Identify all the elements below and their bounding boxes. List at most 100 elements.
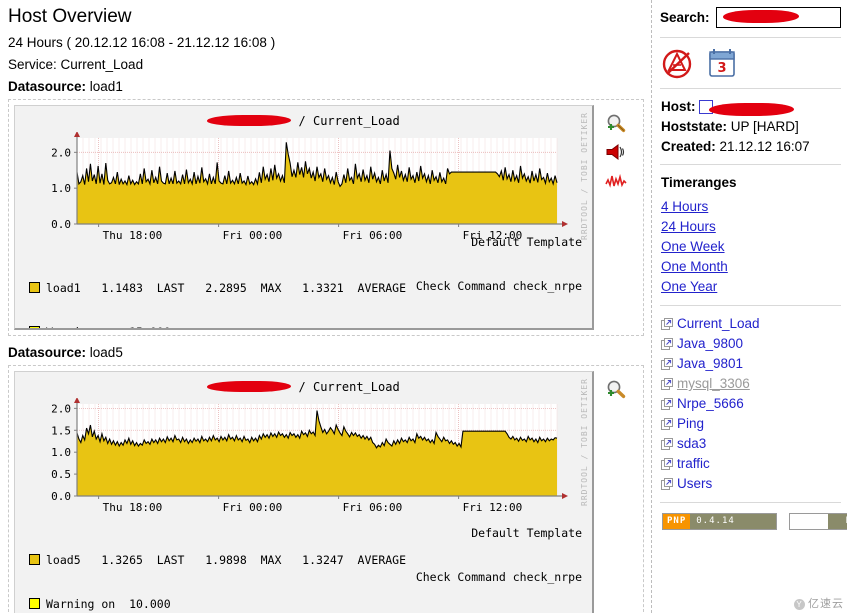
- legend-series-text: load5 1.3265 LAST 1.9898 MAX 1.3247 AVER…: [46, 553, 407, 567]
- svg-text:Fri 06:00: Fri 06:00: [343, 229, 403, 242]
- service-link-label: sda3: [677, 436, 707, 451]
- service-link-mysql_3306[interactable]: mysql_3306: [661, 374, 841, 394]
- timerange-link-one-month[interactable]: One Month: [661, 257, 841, 277]
- rrdtool-badge[interactable]: RRDtool: [789, 513, 847, 530]
- svg-text:2.0: 2.0: [51, 146, 71, 159]
- graph-legend-load1: load1 1.1483 LAST 2.2895 MAX 1.3321 AVER…: [29, 252, 406, 329]
- datasource-name: load1: [89, 79, 123, 94]
- legend-row-series: load5 1.3265 LAST 1.9898 MAX 1.3247 AVER…: [29, 553, 406, 568]
- graph-title-load1: / Current_Load: [15, 114, 592, 128]
- svg-text:2.0: 2.0: [51, 402, 71, 415]
- datasource-heading-load1: Datasource: load1: [8, 78, 650, 95]
- graph-footer-load5: Default Template Check Command check_nrp…: [416, 497, 582, 613]
- export-icons: 3: [662, 46, 841, 80]
- datasource-name: load5: [89, 345, 123, 360]
- external-link-icon: [661, 318, 673, 330]
- calendar-icon[interactable]: 3: [705, 46, 739, 80]
- services-list: Current_Load Java_9800 Java_9801 mysql_3306…: [660, 314, 841, 494]
- main-content: Host Overview 24 Hours ( 20.12.12 16:08 …: [0, 0, 650, 613]
- timeranges-title: Timeranges: [661, 175, 737, 190]
- divider: [660, 37, 841, 38]
- footer-check-command: Check Command check_nrpe: [415, 569, 582, 584]
- timeranges-list: 4 Hours 24 Hours One Week One Month One Year: [660, 197, 841, 297]
- sidebar: Search: 3 Host: Hoststate: UP [HARD] Cre…: [651, 0, 847, 613]
- legend-swatch-warning: [29, 325, 40, 328]
- timerange-link-24-hours[interactable]: 24 Hours: [661, 217, 841, 237]
- alert-speaker-icon[interactable]: [605, 142, 627, 162]
- legend-warning-text: Warning on 15.000: [46, 325, 171, 329]
- graph-title-load5: / Current_Load: [15, 380, 592, 394]
- divider: [660, 305, 841, 306]
- svg-text:1.0: 1.0: [51, 446, 71, 459]
- watermark-dot-icon: Y: [794, 598, 805, 610]
- redacted-hostname: [207, 381, 292, 392]
- service-link-java_9801[interactable]: Java_9801: [661, 354, 841, 374]
- legend-swatch-series: [29, 282, 40, 293]
- service-link-nrpe_5666[interactable]: Nrpe_5666: [661, 394, 841, 414]
- svg-text:Fri 00:00: Fri 00:00: [223, 229, 283, 242]
- created-row: Created: 21.12.12 16:07: [661, 137, 841, 156]
- footer-template: Default Template: [471, 235, 582, 249]
- service-link-label: Java_9800: [677, 336, 744, 351]
- external-link-icon: [661, 478, 673, 490]
- legend-warning-text: Warning on 10.000: [46, 596, 171, 611]
- service-link-traffic[interactable]: traffic: [661, 454, 841, 474]
- service-link-label: Java_9801: [677, 356, 744, 371]
- legend-row-warning: Warning on 15.000: [29, 325, 406, 329]
- external-link-icon: [661, 418, 673, 430]
- pnp-badge-name: PNP: [663, 514, 691, 529]
- service-link-sda3[interactable]: sda3: [661, 434, 841, 454]
- zoom-icon[interactable]: [605, 379, 627, 399]
- hoststate-value: UP [HARD]: [730, 119, 799, 134]
- redacted-hostname: [207, 115, 292, 126]
- search-label: Search:: [660, 10, 710, 25]
- timerange-link-one-week[interactable]: One Week: [661, 237, 841, 257]
- svg-text:Fri 06:00: Fri 06:00: [343, 501, 403, 513]
- footer-template: Default Template: [471, 526, 582, 540]
- service-link-label: Nrpe_5666: [677, 396, 744, 411]
- svg-text:1.5: 1.5: [51, 424, 71, 437]
- timerange-link-one-year[interactable]: One Year: [661, 277, 841, 297]
- external-link-icon: [661, 458, 673, 470]
- svg-text:0.5: 0.5: [51, 468, 71, 481]
- timerange-link-4-hours[interactable]: 4 Hours: [661, 197, 841, 217]
- external-link-icon: [661, 338, 673, 350]
- search-input[interactable]: [715, 7, 841, 28]
- graph-actions-load5: [594, 371, 638, 399]
- footer-badges: PNP 0.4.14 RRDtool: [662, 513, 847, 530]
- graph-title-text: / Current_Load: [298, 114, 400, 128]
- redacted-search-value: [722, 10, 799, 23]
- service-link-label: Users: [677, 476, 713, 491]
- service-link-java_9800[interactable]: Java_9800: [661, 334, 841, 354]
- pdf-export-icon[interactable]: [662, 46, 696, 80]
- svg-text:Thu 18:00: Thu 18:00: [103, 229, 163, 242]
- graph-actions-load1: [594, 105, 638, 191]
- svg-text:0.0: 0.0: [51, 218, 71, 231]
- graph-container-load1: / Current_Load RRDTOOL / TOBI OETIKER 0.…: [8, 99, 644, 336]
- datasource-label: Datasource:: [8, 79, 87, 94]
- service-link-ping[interactable]: Ping: [661, 414, 841, 434]
- datasource-label: Datasource:: [8, 345, 87, 360]
- plot-svg-load5: 0.0 0.5 1.0 1.5 2.0 Thu 18:00 Fri 00:00 Fri 06:…: [51, 397, 568, 514]
- created-value: 21.12.12 16:07: [719, 139, 810, 154]
- service-link-label: Current_Load: [677, 316, 760, 331]
- host-row: Host:: [661, 97, 841, 116]
- service-link-users[interactable]: Users: [661, 474, 841, 494]
- graph-legend-load5: load5 1.3265 LAST 1.9898 MAX 1.3247 AVER…: [29, 524, 406, 613]
- zoom-icon[interactable]: [605, 113, 627, 133]
- site-watermark: Y 亿速云: [794, 595, 844, 611]
- rrd-graph-load5[interactable]: / Current_Load RRDTOOL / TOBI OETIKER 0.…: [14, 371, 594, 613]
- search-row: Search:: [660, 7, 841, 28]
- pnp-version-badge[interactable]: PNP 0.4.14: [662, 513, 778, 530]
- svg-text:0.0: 0.0: [51, 490, 71, 503]
- svg-text:Fri 00:00: Fri 00:00: [223, 501, 283, 513]
- external-link-icon: [661, 398, 673, 410]
- rrd-graph-load1[interactable]: / Current_Load RRDTOOL / TOBI OETIKER 0.…: [14, 105, 594, 330]
- legend-row-series: load1 1.1483 LAST 2.2895 MAX 1.3321 AVER…: [29, 281, 406, 296]
- svg-text:1.0: 1.0: [51, 182, 71, 195]
- graph-sparkline-icon[interactable]: [605, 171, 627, 191]
- service-link-current_load[interactable]: Current_Load: [661, 314, 841, 334]
- rrdtool-badge-name: RRDtool: [828, 514, 847, 529]
- svg-text:3: 3: [717, 61, 726, 76]
- redacted-hostname: [709, 102, 795, 116]
